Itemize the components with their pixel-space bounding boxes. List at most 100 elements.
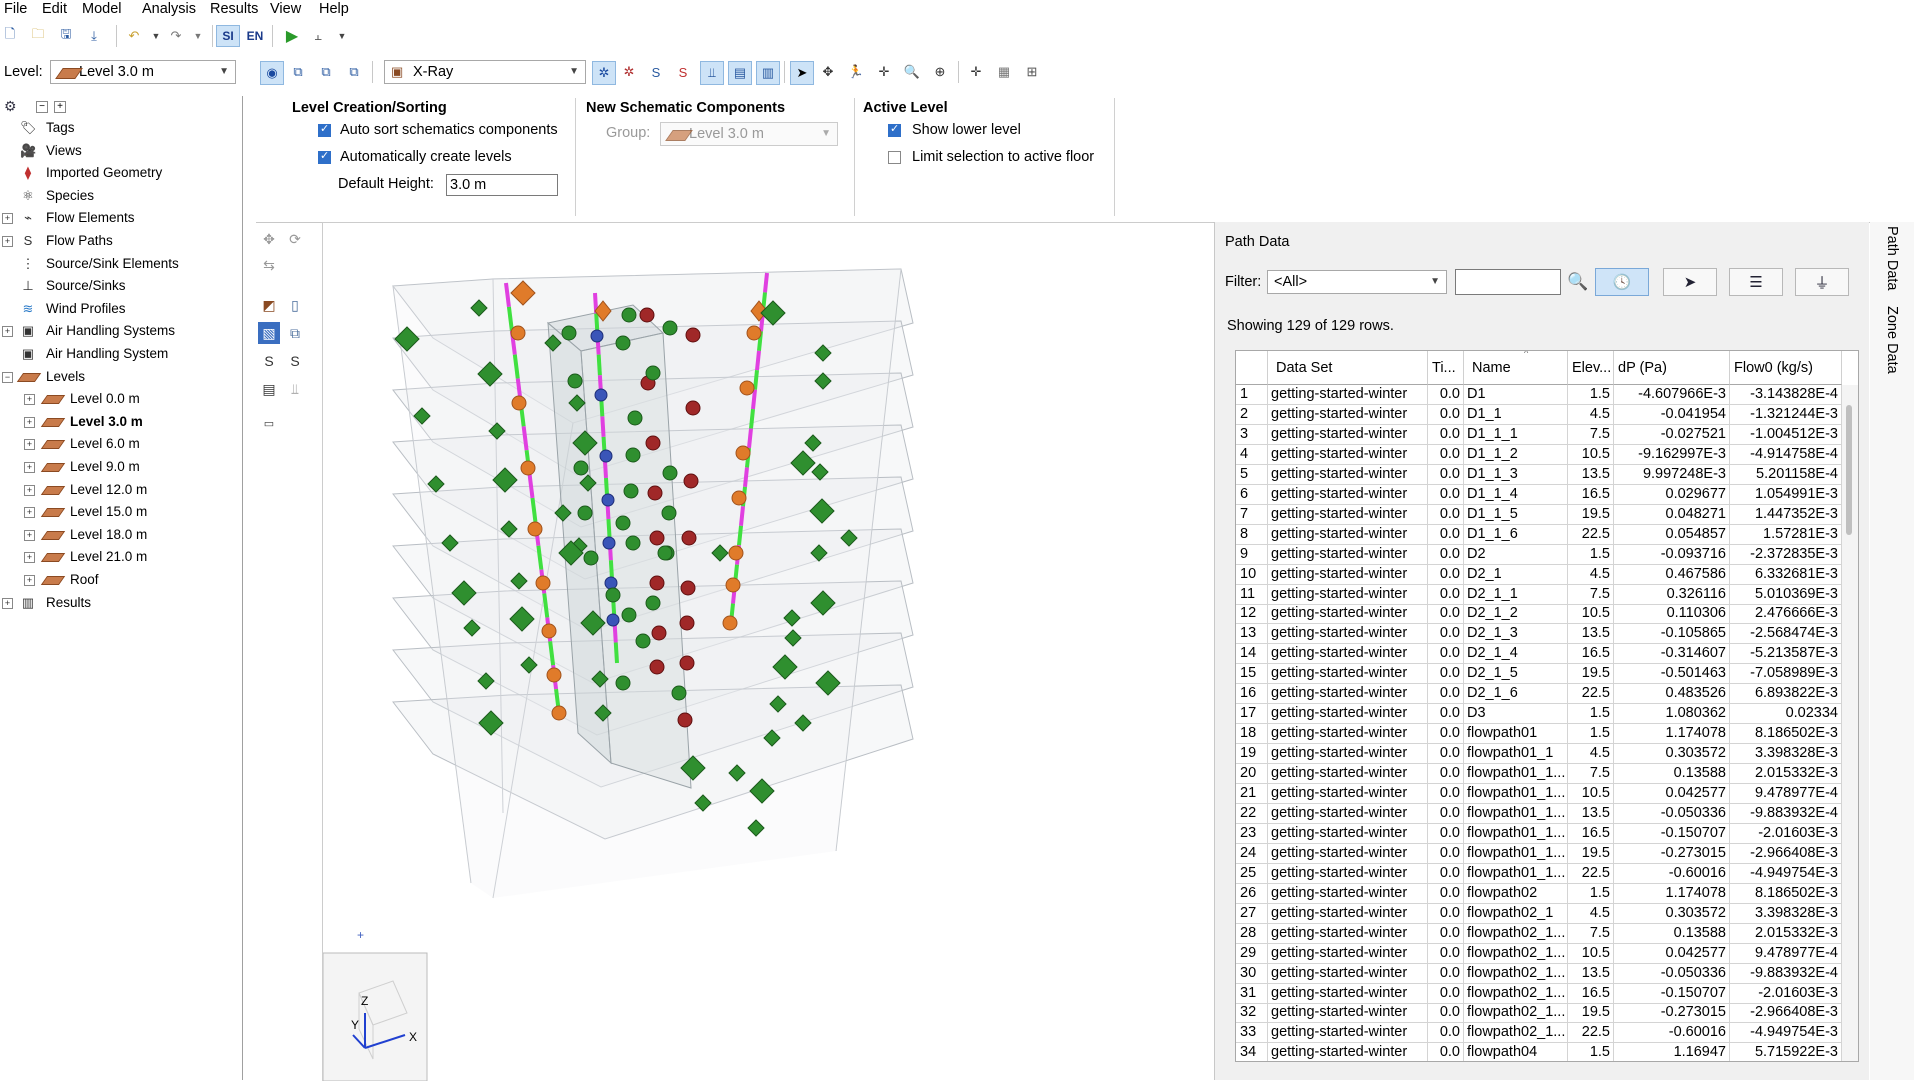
menu-results[interactable]: Results (208, 0, 260, 20)
zone-node[interactable] (561, 325, 577, 341)
tree-item-flow-paths[interactable]: + S Flow Paths (0, 231, 240, 251)
zone-node[interactable] (662, 465, 678, 481)
tree-item-tags[interactable]: 🏷 Tags (0, 118, 240, 138)
junction-node[interactable] (599, 449, 613, 463)
table-row[interactable]: 25 getting-started-winter 0.0 flowpath01_1.… (1236, 863, 1858, 884)
clear-filter-button[interactable]: ⏚ (1795, 268, 1849, 296)
filter-search-input[interactable] (1455, 269, 1561, 295)
zone-node[interactable] (662, 320, 678, 336)
junction-node[interactable] (594, 388, 608, 402)
draw-duct-icon[interactable]: S (284, 350, 306, 372)
expand-icon[interactable]: + (24, 507, 35, 519)
airflow-node[interactable] (551, 705, 567, 721)
zone-node[interactable] (567, 373, 583, 389)
duct-riser[interactable] (749, 408, 755, 429)
results-dropdown-icon[interactable]: ▼ (332, 26, 352, 46)
show-results-icon[interactable]: ▥ (756, 61, 780, 85)
ruler-icon[interactable]: ▭ (258, 412, 280, 434)
zone-node[interactable] (671, 685, 687, 701)
menu-model[interactable]: Model (80, 0, 124, 20)
zone-node[interactable] (645, 595, 661, 611)
zone-node[interactable] (635, 633, 651, 649)
duct-riser[interactable] (737, 525, 743, 546)
group-dropdown[interactable]: Level 3.0 m ▼ (660, 122, 838, 146)
table-row[interactable]: 15 getting-started-winter 0.0 D2_1_5 19.5 -0.… (1236, 664, 1858, 685)
tree-item-air-handling-system[interactable]: ▣ Air Handling System (0, 344, 240, 364)
tree-item-level-18-0-m[interactable]: + Level 18.0 m (0, 525, 240, 545)
table-row[interactable]: 4 getting-started-winter 0.0 D1_1_2 10.5 -9.1… (1236, 444, 1858, 465)
column-header-data-set[interactable]: Data Set (1268, 351, 1428, 385)
tree-item-source-sink-elements[interactable]: ⋮ Source/Sink Elements (0, 254, 240, 274)
tree-item-wind-profiles[interactable]: ≋ Wind Profiles (0, 299, 240, 319)
filter-dropdown[interactable]: <All> ▼ (1267, 270, 1447, 294)
zone-node[interactable] (657, 545, 673, 561)
table-row[interactable]: 3 getting-started-winter 0.0 D1_1_1 7.5 -0.02… (1236, 424, 1858, 445)
flip-icon[interactable]: ⇆ (258, 254, 280, 276)
undo-icon[interactable]: ↶ (124, 26, 144, 46)
show-ahs-icon[interactable]: ✲ (619, 62, 639, 82)
table-row[interactable]: 27 getting-started-winter 0.0 flowpath02_1 4… (1236, 903, 1858, 924)
duct-riser[interactable] (753, 370, 759, 390)
expand-icon[interactable]: + (2, 236, 13, 247)
table-row[interactable]: 29 getting-started-winter 0.0 flowpath02_1.… (1236, 943, 1858, 964)
terminal-node[interactable] (649, 575, 665, 591)
collapse-all-icon[interactable]: − (36, 101, 48, 113)
expand-icon[interactable]: + (2, 326, 13, 338)
expand-icon[interactable]: + (24, 462, 35, 473)
table-row[interactable]: 14 getting-started-winter 0.0 D2_1_4 16.5 -0.… (1236, 644, 1858, 665)
airflow-node[interactable] (546, 667, 562, 683)
auto-create-checkbox[interactable] (318, 149, 331, 164)
zoom-icon[interactable]: 🔍 (902, 62, 922, 82)
level-dropdown[interactable]: Level 3.0 m ▼ (50, 60, 236, 84)
airflow-node[interactable] (731, 490, 747, 506)
table-row[interactable]: 1 getting-started-winter 0.0 D1 1.5 -4.607966… (1236, 385, 1858, 405)
expand-icon[interactable]: + (2, 597, 13, 609)
save-icon[interactable]: 🖫 (56, 26, 76, 46)
duct-riser[interactable] (755, 350, 761, 371)
duct-riser[interactable] (743, 467, 749, 488)
building-model-3d[interactable]: Z X Y + (323, 223, 1213, 1081)
table-row[interactable]: 16 getting-started-winter 0.0 D2_1_6 22.5 0.4… (1236, 684, 1858, 705)
pan-icon[interactable]: ✛ (874, 62, 894, 82)
junction-node[interactable] (601, 493, 615, 507)
filter-options-button[interactable]: ☰ (1729, 268, 1783, 296)
tree-item-level-15-0-m[interactable]: + Level 15.0 m (0, 502, 240, 522)
tree-item-level-12-0-m[interactable]: + Level 12.0 m (0, 480, 240, 500)
limit-selection-checkbox[interactable] (888, 151, 901, 164)
airflow-node[interactable] (541, 623, 557, 639)
tree-item-roof[interactable]: + Roof (0, 570, 240, 590)
en-units-button[interactable]: EN (245, 26, 265, 46)
zone-node[interactable] (573, 460, 589, 476)
airflow-node[interactable] (725, 577, 741, 593)
airflow-node[interactable] (511, 395, 527, 411)
redo-icon[interactable]: ↷ (166, 26, 186, 46)
copy-level-icon[interactable]: ⧉ (288, 62, 308, 82)
terminal-node[interactable] (685, 400, 701, 416)
draw-zone-icon[interactable]: ▯ (284, 294, 306, 316)
layout-icon[interactable]: ⊞ (1022, 62, 1042, 82)
table-row[interactable]: 6 getting-started-winter 0.0 D1_1_4 16.5 0.02… (1236, 484, 1858, 505)
3d-viewport[interactable]: Z X Y + (322, 222, 1213, 1081)
zone-node[interactable] (661, 505, 677, 521)
expand-all-icon[interactable]: + (54, 101, 66, 113)
tree-item-imported-geometry[interactable]: ⧫ Imported Geometry (0, 163, 240, 183)
table-row[interactable]: 32 getting-started-winter 0.0 flowpath02_1.… (1236, 1003, 1858, 1024)
terminal-node[interactable] (647, 485, 663, 501)
place-element-icon[interactable]: ▧ (258, 322, 280, 344)
show-controls-icon[interactable]: ▤ (728, 61, 752, 85)
duct-riser[interactable] (596, 354, 602, 376)
tree-item-air-handling-systems[interactable]: + ▣ Air Handling Systems (0, 321, 240, 341)
tree-item-level-21-0-m[interactable]: + Level 21.0 m (0, 547, 240, 567)
table-row[interactable]: 7 getting-started-winter 0.0 D1_1_5 19.5 0.04… (1236, 504, 1858, 525)
terminal-node[interactable] (679, 655, 695, 671)
airflow-node[interactable] (535, 575, 551, 591)
copy-level-below-icon[interactable]: ⧉ (344, 62, 364, 82)
column-header-flow0[interactable]: Flow0 (kg/s) (1730, 351, 1842, 385)
duct-riser[interactable] (763, 272, 769, 293)
settings-icon[interactable]: ⚙ (4, 98, 17, 115)
show-zones-icon[interactable]: ✲ (592, 61, 616, 85)
run-simulation-icon[interactable]: ▶ (282, 26, 302, 46)
tree-item-level-9-0-m[interactable]: + Level 9.0 m (0, 457, 240, 477)
zone-node[interactable] (577, 505, 593, 521)
terminal-node[interactable] (680, 580, 696, 596)
